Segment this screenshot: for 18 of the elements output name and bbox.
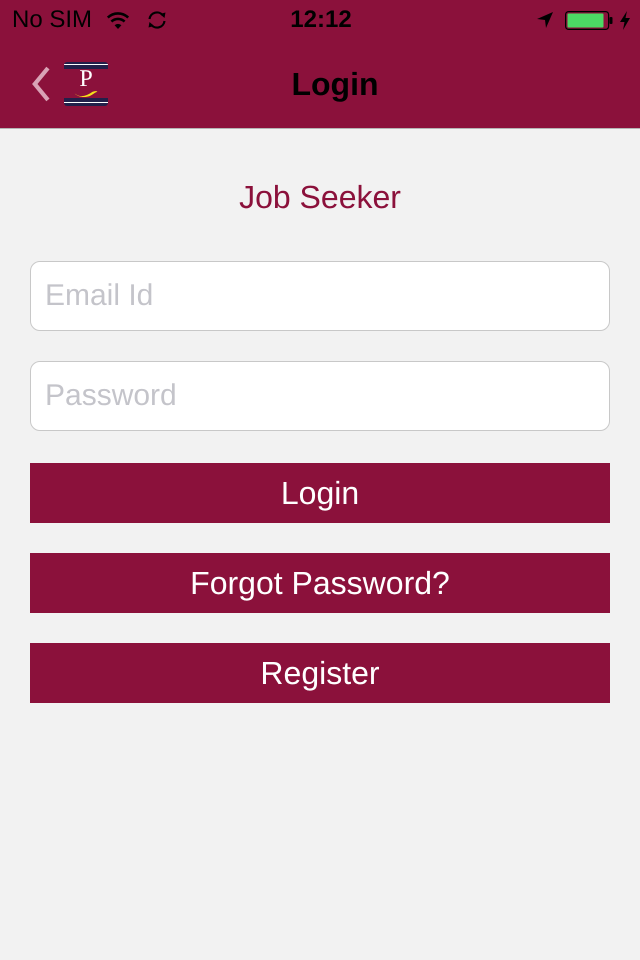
forgot-password-button[interactable]: Forgot Password? (30, 553, 610, 613)
sync-icon (146, 10, 168, 30)
charging-bolt-icon (620, 10, 630, 30)
battery-icon (565, 10, 613, 30)
section-heading: Job Seeker (238, 179, 402, 216)
password-field[interactable]: Password (30, 361, 610, 431)
screen-title: Login (291, 66, 379, 102)
swoosh-icon (73, 90, 99, 97)
location-arrow-icon (537, 12, 553, 28)
back-button[interactable] (30, 66, 52, 102)
logo-letter: P (79, 69, 93, 90)
carrier-text: No SIM (12, 6, 92, 34)
wifi-icon (106, 12, 130, 28)
email-field[interactable]: Email Id (30, 261, 610, 331)
register-button[interactable]: Register (30, 643, 610, 703)
login-button[interactable]: Login (30, 463, 610, 523)
clock-time: 12:12 (290, 6, 352, 34)
chevron-left-icon (30, 66, 52, 102)
